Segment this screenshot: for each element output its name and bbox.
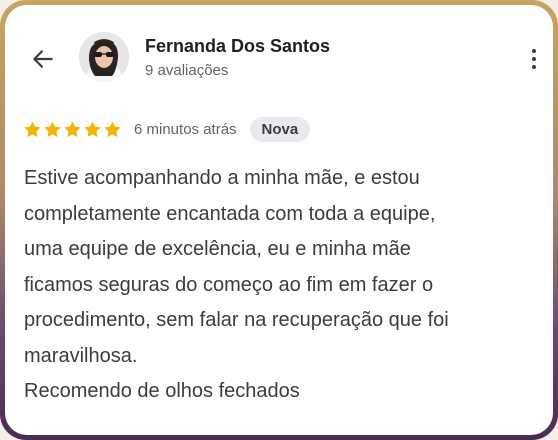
star-icon [44,120,61,137]
new-badge: Nova [249,116,311,142]
review-text-line: Recomendo de olhos fechados [24,380,300,402]
star-icon [84,120,101,137]
star-icon [104,120,121,137]
star-icon [64,120,81,137]
more-vertical-icon-dot [532,57,536,61]
review-text-line: procedimento, sem falar na recuperação q… [24,309,449,331]
review-time: 6 minutos atrás [134,120,237,138]
reviewer-reviews-count: 9 avaliações [145,62,229,79]
back-button[interactable] [27,43,59,75]
user-photo-icon [79,32,129,82]
card-frame: Fernanda Dos Santos 9 avaliações 6 minut… [0,0,558,440]
review-card: Fernanda Dos Santos 9 avaliações 6 minut… [5,5,553,435]
star-icon [24,120,41,137]
review-text-line: completamente encantada com toda a equip… [24,202,436,225]
review-text-line: uma equipe de excelência, eu e minha mãe [24,238,411,260]
more-vertical-icon [532,49,536,53]
avatar[interactable] [79,32,129,82]
more-options-button[interactable] [523,43,545,75]
reviewer-name[interactable]: Fernanda Dos Santos [145,36,330,57]
review-text-line: ficamos seguras do começo ao fim em faze… [24,273,434,296]
review-text: Estive acompanhando a minha mãe, e estou… [24,161,544,410]
more-vertical-icon-dot [532,65,536,69]
star-rating [23,120,122,139]
review-text-line: Estive acompanhando a minha mãe, e estou [24,167,420,189]
review-meta: 6 minutos atrás Nova [23,115,311,143]
review-text-line: maravilhosa. [24,344,138,367]
arrow-left-icon [33,50,53,68]
